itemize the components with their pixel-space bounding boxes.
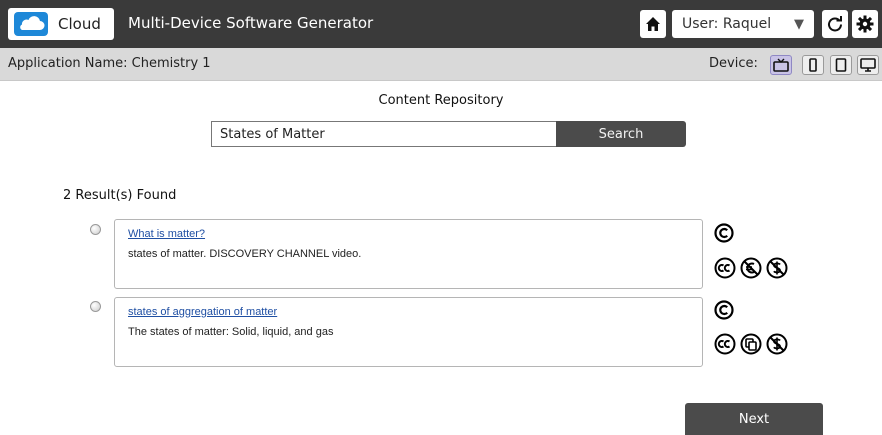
home-icon bbox=[646, 17, 660, 31]
user-select[interactable]: User: Raquel ▼ bbox=[672, 10, 814, 38]
app-name-label: Application Name: bbox=[8, 56, 128, 71]
phone-icon bbox=[809, 58, 817, 72]
device-tv-button[interactable] bbox=[770, 55, 792, 75]
noncommercial-icon bbox=[766, 333, 788, 355]
user-label: User: Raquel bbox=[682, 16, 772, 32]
results-count: 2 Result(s) Found bbox=[63, 188, 177, 203]
app-title: Multi-Device Software Generator bbox=[128, 14, 374, 32]
device-phone-button[interactable] bbox=[802, 55, 824, 75]
cc-icon bbox=[714, 333, 736, 355]
tv-icon bbox=[773, 58, 789, 72]
app-name-value: Chemistry 1 bbox=[131, 56, 211, 71]
noncommercial-icon bbox=[766, 257, 788, 279]
cloud-icon bbox=[14, 12, 48, 36]
cc-icon bbox=[714, 257, 736, 279]
noncommercial-euro-icon bbox=[740, 257, 762, 279]
search-button[interactable]: Search bbox=[556, 121, 686, 147]
desktop-icon bbox=[860, 58, 876, 72]
result-card: What is matter? states of matter. DISCOV… bbox=[114, 219, 703, 289]
refresh-icon bbox=[828, 16, 842, 32]
result-description: The states of matter: Solid, liquid, and… bbox=[128, 326, 334, 338]
gear-icon bbox=[856, 15, 874, 33]
device-desktop-button[interactable] bbox=[857, 55, 879, 75]
result-title-link[interactable]: states of aggregation of matter bbox=[128, 306, 277, 318]
repository-title: Content Repository bbox=[378, 93, 504, 108]
result-title-link[interactable]: What is matter? bbox=[128, 228, 205, 240]
refresh-button[interactable] bbox=[822, 10, 848, 38]
copyright-icon bbox=[714, 300, 734, 320]
tablet-icon bbox=[835, 58, 847, 72]
top-bar: Cloud Multi-Device Software Generator Us… bbox=[0, 0, 882, 48]
device-label: Device: bbox=[709, 56, 758, 71]
app-info-bar: Application Name: Chemistry 1 Device: bbox=[0, 48, 882, 81]
chevron-down-icon: ▼ bbox=[794, 16, 804, 32]
brand-logo[interactable]: Cloud bbox=[8, 8, 114, 40]
result-radio-2[interactable] bbox=[90, 301, 101, 312]
sharealike-icon bbox=[740, 333, 762, 355]
home-button[interactable] bbox=[640, 10, 666, 38]
result-description: states of matter. DISCOVERY CHANNEL vide… bbox=[128, 248, 362, 260]
result-radio-1[interactable] bbox=[90, 224, 101, 235]
app-name-row: Application Name: Chemistry 1 bbox=[8, 56, 211, 71]
search-input[interactable]: States of Matter bbox=[211, 121, 557, 147]
copyright-icon bbox=[714, 223, 734, 243]
result-card: states of aggregation of matter The stat… bbox=[114, 297, 703, 367]
brand-label: Cloud bbox=[58, 15, 101, 33]
settings-button[interactable] bbox=[852, 10, 878, 38]
device-tablet-button[interactable] bbox=[830, 55, 852, 75]
next-button[interactable]: Next bbox=[685, 403, 823, 435]
